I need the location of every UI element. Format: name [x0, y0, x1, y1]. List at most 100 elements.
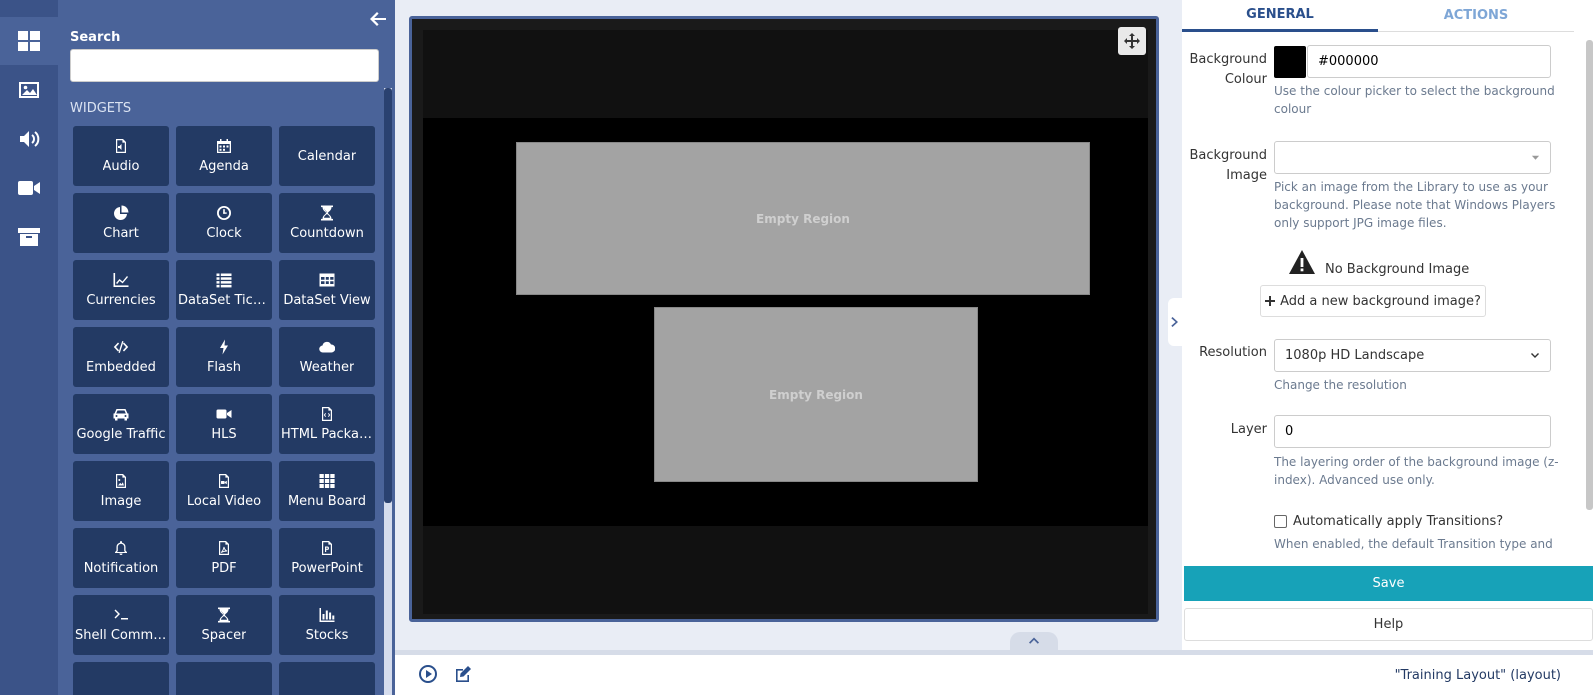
layer-input[interactable]: [1274, 415, 1551, 448]
chevron-down-icon: [1531, 352, 1539, 358]
pdf-file-icon: [219, 541, 229, 555]
move-viewer-button[interactable]: [1118, 27, 1146, 55]
add-background-image-button[interactable]: Add a new background image?: [1260, 285, 1486, 317]
archive-rail-button[interactable]: [0, 213, 58, 261]
widgets-rail-button[interactable]: [0, 17, 58, 65]
widget-clock[interactable]: Clock: [176, 193, 272, 253]
widget-label: Clock: [206, 226, 242, 241]
bg-image-label-line1: Background: [1189, 148, 1267, 163]
widget-audio[interactable]: Audio: [73, 126, 169, 186]
widget-dataset-ticker[interactable]: DataSet Ticker: [176, 260, 272, 320]
region-bottom[interactable]: Empty Region: [654, 307, 978, 482]
widget-flash[interactable]: Flash: [176, 327, 272, 387]
bg-image-select[interactable]: [1274, 141, 1551, 174]
save-button[interactable]: Save: [1184, 566, 1593, 601]
widget-google-traffic[interactable]: Google Traffic: [73, 394, 169, 454]
widget-local-video[interactable]: Local Video: [176, 461, 272, 521]
widget-currencies[interactable]: Currencies: [73, 260, 169, 320]
bg-colour-label: Background Colour: [1189, 50, 1267, 90]
no-background-image-text: No Background Image: [1325, 262, 1470, 277]
widgets-heading: WIDGETS: [70, 101, 132, 116]
arrow-left-icon: [370, 12, 386, 26]
widget-pdf[interactable]: PDF: [176, 528, 272, 588]
audio-file-icon: [116, 139, 126, 153]
widget-label: Chart: [103, 226, 139, 241]
image-icon: [19, 82, 39, 98]
image-file-icon: [116, 474, 126, 488]
video-camera-icon: [18, 181, 40, 195]
widget-label: PowerPoint: [291, 561, 363, 576]
widget-weather[interactable]: Weather: [279, 327, 375, 387]
widget-powerpoint[interactable]: PowerPoint: [279, 528, 375, 588]
search-label: Search: [70, 30, 121, 45]
video-rail-button[interactable]: [0, 164, 58, 212]
layout-viewer: Empty Region Empty Region: [409, 16, 1159, 622]
widget-hls[interactable]: HLS: [176, 394, 272, 454]
auto-transitions-help: When enabled, the default Transition typ…: [1274, 537, 1553, 551]
widget-agenda[interactable]: Agenda: [176, 126, 272, 186]
widget-embedded[interactable]: Embedded: [73, 327, 169, 387]
layout-canvas[interactable]: Empty Region Empty Region: [423, 118, 1148, 526]
widget-spacer[interactable]: Spacer: [176, 595, 272, 655]
audio-rail-button[interactable]: [0, 115, 58, 163]
edit-icon: [456, 666, 471, 682]
widget-chart[interactable]: Chart: [73, 193, 169, 253]
line-chart-icon: [113, 273, 129, 287]
search-input[interactable]: [70, 49, 379, 82]
grid-icon: [319, 474, 335, 488]
widget-label: Countdown: [290, 226, 364, 241]
edit-layout-button[interactable]: [453, 664, 475, 686]
help-button[interactable]: Help: [1184, 608, 1593, 641]
pie-chart-icon: [114, 205, 129, 220]
widget-label: HLS: [211, 427, 237, 442]
widget-partial[interactable]: [73, 662, 169, 695]
widget-partial[interactable]: [279, 662, 375, 695]
clock-icon: [217, 206, 231, 220]
terminal-icon: [114, 609, 128, 620]
archive-icon: [18, 228, 40, 246]
auto-transitions-option[interactable]: Automatically apply Transitions?: [1274, 514, 1503, 529]
auto-transitions-checkbox[interactable]: [1274, 515, 1287, 528]
widget-stocks[interactable]: Stocks: [279, 595, 375, 655]
widget-notification[interactable]: Notification: [73, 528, 169, 588]
widget-menu-board[interactable]: Menu Board: [279, 461, 375, 521]
tab-actions[interactable]: ACTIONS: [1378, 0, 1574, 32]
library-rail-button[interactable]: [0, 66, 58, 114]
widget-label: Flash: [206, 360, 242, 375]
region-top[interactable]: Empty Region: [516, 142, 1090, 295]
widget-label: Local Video: [186, 494, 262, 509]
widget-label: Shell Comma...: [75, 628, 167, 643]
volume-icon: [20, 131, 40, 147]
widget-toolbox: Search WIDGETS Audio Agenda Calendar Cha…: [58, 0, 395, 695]
widget-partial[interactable]: [176, 662, 272, 695]
auto-transitions-label: Automatically apply Transitions?: [1293, 514, 1504, 529]
widget-dataset-view[interactable]: DataSet View: [279, 260, 375, 320]
widget-label: Image: [100, 494, 142, 509]
tab-general[interactable]: GENERAL: [1182, 0, 1378, 32]
widget-calendar[interactable]: Calendar: [279, 126, 375, 186]
toggle-properties-panel-button[interactable]: [1168, 298, 1182, 346]
widget-label: Stocks: [305, 628, 349, 643]
widget-shell-command[interactable]: Shell Comma...: [73, 595, 169, 655]
preview-button[interactable]: [418, 664, 440, 686]
calendar-icon: [217, 139, 231, 153]
resolution-select[interactable]: 1080p HD Landscape: [1274, 339, 1551, 372]
bg-colour-input[interactable]: [1307, 45, 1551, 78]
icon-rail: [0, 0, 58, 695]
bg-image-label: Background Image: [1189, 146, 1267, 186]
toggle-bottom-panel-button[interactable]: [1010, 632, 1058, 650]
widget-image[interactable]: Image: [73, 461, 169, 521]
widget-label: Spacer: [201, 628, 247, 643]
bg-image-label-line2: Image: [1226, 168, 1267, 183]
properties-scrollbar[interactable]: [1586, 40, 1593, 510]
bg-colour-label-line2: Colour: [1224, 72, 1267, 87]
widget-countdown[interactable]: Countdown: [279, 193, 375, 253]
colour-picker-swatch[interactable]: [1274, 46, 1306, 78]
widget-label: Embedded: [86, 360, 156, 375]
play-circle-icon: [419, 665, 437, 683]
widget-html-package[interactable]: HTML Package: [279, 394, 375, 454]
widget-label: PDF: [211, 561, 237, 576]
video-file-icon: [219, 474, 229, 488]
toolbox-scrollbar-thumb[interactable]: [384, 88, 392, 503]
collapse-toolbox-button[interactable]: [368, 9, 388, 29]
